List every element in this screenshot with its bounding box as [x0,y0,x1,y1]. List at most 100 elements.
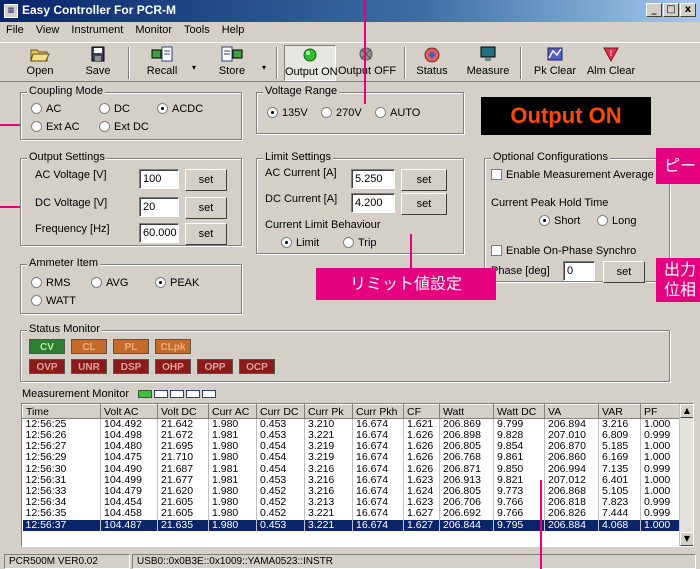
radio-indicator [99,103,110,114]
peak-short-radio[interactable]: Short [539,215,580,227]
limit-setting-callout: リミット値設定 [316,268,496,300]
toolbar-separator [520,47,522,79]
column-header[interactable]: Curr Pk [304,404,353,419]
status-monitor-group: Status Monitor CV CL PL CLpk OVP UNR DSP OHP OP… [20,323,670,382]
maximize-button[interactable]: □ [663,3,679,17]
peak-callout: ピー [656,148,700,184]
frequency-set-button[interactable]: set [185,223,227,245]
output-off-button[interactable]: Output OFF [338,45,396,81]
limit-settings-group: Limit Settings AC Current [A] 5.250 set … [256,151,464,254]
ac-current-field[interactable]: 5.250 [351,169,395,189]
measurement-average-checkbox[interactable]: Enable Measurement Average [491,169,654,181]
measurement-monitor-label: Measurement Monitor [22,388,129,400]
table-cell: 0.452 [256,508,305,520]
ac-voltage-set-button[interactable]: set [185,169,227,191]
menu-instrument[interactable]: Instrument [65,22,129,40]
window-title: Easy Controller For PCR-M [22,3,177,17]
column-header[interactable]: Curr AC [208,404,257,419]
radio-indicator [31,277,42,288]
table-cell: 9.861 [493,452,545,464]
menu-file[interactable]: File [0,22,30,40]
column-header[interactable]: PF [640,404,681,419]
close-button[interactable]: x [680,3,696,17]
table-cell: 3.221 [304,519,353,531]
table-row[interactable]: 12:56:35 104.458 21.605 1.980 0.452 3.221 16.6… [22,508,681,520]
open-button[interactable]: Open [20,45,60,81]
range-135v-radio[interactable]: 135V [267,107,308,119]
table-cell: 12:56:37 [22,519,101,531]
ammeter-peak-radio[interactable]: PEAK [155,277,199,289]
menu-view[interactable]: View [30,22,66,40]
radio-indicator [375,107,386,118]
activity-segment [138,390,152,398]
measurement-activity-indicator [138,390,216,398]
dc-current-set-button[interactable]: set [401,193,447,215]
folder-open-icon [30,49,50,62]
menu-help[interactable]: Help [216,22,251,40]
vertical-scrollbar[interactable]: ▲ ▼ [679,404,693,546]
alm-clear-button[interactable]: ! Alm Clear [586,45,636,81]
ac-current-set-button[interactable]: set [401,169,447,191]
table-row[interactable]: 12:56:37 104.487 21.635 1.980 0.453 3.221 16.6… [22,519,681,531]
store-dropdown-icon[interactable]: ▾ [262,63,266,72]
phase-field[interactable]: 0 [563,261,595,281]
ammeter-avg-radio[interactable]: AVG [91,277,128,289]
column-header[interactable]: VA [544,404,599,419]
gray-led-off-icon [359,47,373,61]
minimize-button[interactable]: _ [646,3,662,17]
measurement-table[interactable]: Time Volt AC Volt DC Curr AC Curr DC Curr Pk C… [21,403,694,547]
peak-long-radio[interactable]: Long [597,215,636,227]
coupling-ac-radio[interactable]: AC [31,103,61,115]
column-header[interactable]: Curr Pkh [352,404,404,419]
dc-voltage-field[interactable]: 20 [139,197,179,217]
column-header[interactable]: Time [22,404,101,419]
menu-tools[interactable]: Tools [178,22,216,40]
output-settings-group: Output Settings AC Voltage [V] 100 set D… [20,151,242,246]
column-header[interactable]: Watt DC [493,404,545,419]
column-header[interactable]: VAR [598,404,641,419]
phase-set-button[interactable]: set [603,261,645,283]
status-lamp-opp: OPP [197,359,233,374]
store-button[interactable]: Store [210,45,254,81]
table-cell: 0.453 [256,519,305,531]
ac-voltage-field[interactable]: 100 [139,169,179,189]
range-auto-radio[interactable]: AUTO [375,107,420,119]
recall-dropdown-icon[interactable]: ▾ [192,63,196,72]
pk-clear-button[interactable]: Pk Clear [530,45,580,81]
measure-button[interactable]: Measure [464,45,512,81]
table-row[interactable]: 12:56:29 104.475 21.710 1.980 0.454 3.219 16.6… [22,452,681,464]
dc-current-field[interactable]: 4.200 [351,193,395,213]
column-header[interactable]: Volt AC [100,404,158,419]
scroll-up-icon[interactable]: ▲ [680,404,693,418]
column-header[interactable]: CF [403,404,440,419]
status-button[interactable]: Status [412,45,452,81]
scroll-down-icon[interactable]: ▼ [680,532,693,546]
ammeter-watt-radio[interactable]: WATT [31,295,76,307]
status-lamp-cv: CV [29,339,65,354]
recall-button[interactable]: Recall [140,45,184,81]
dc-voltage-set-button[interactable]: set [185,197,227,219]
radio-indicator [31,121,42,132]
menu-monitor[interactable]: Monitor [129,22,178,40]
column-header[interactable]: Volt DC [157,404,209,419]
trip-radio[interactable]: Trip [343,237,377,249]
ac-voltage-label: AC Voltage [V] [35,169,107,181]
recall-icon [151,46,173,62]
table-cell: 16.674 [352,508,404,520]
coupling-acdc-radio[interactable]: ACDC [157,103,203,115]
range-270v-radio[interactable]: 270V [321,107,362,119]
coupling-dc-radio[interactable]: DC [99,103,130,115]
ammeter-rms-radio[interactable]: RMS [31,277,70,289]
column-header[interactable]: Curr DC [256,404,305,419]
output-on-button[interactable]: Output ON [284,45,338,81]
coupling-ext-ac-radio[interactable]: Ext AC [31,121,80,133]
coupling-ext-dc-radio[interactable]: Ext DC [99,121,149,133]
alarm-clear-icon: ! [603,47,619,63]
save-button[interactable]: Save [78,45,118,81]
frequency-field[interactable]: 60.000 [139,223,179,243]
table-cell: 1.627 [403,519,440,531]
limit-radio[interactable]: Limit [281,237,319,249]
column-header[interactable]: Watt [439,404,494,419]
on-phase-synchro-checkbox[interactable]: Enable On-Phase Synchro [491,245,636,257]
radio-indicator [281,237,292,248]
